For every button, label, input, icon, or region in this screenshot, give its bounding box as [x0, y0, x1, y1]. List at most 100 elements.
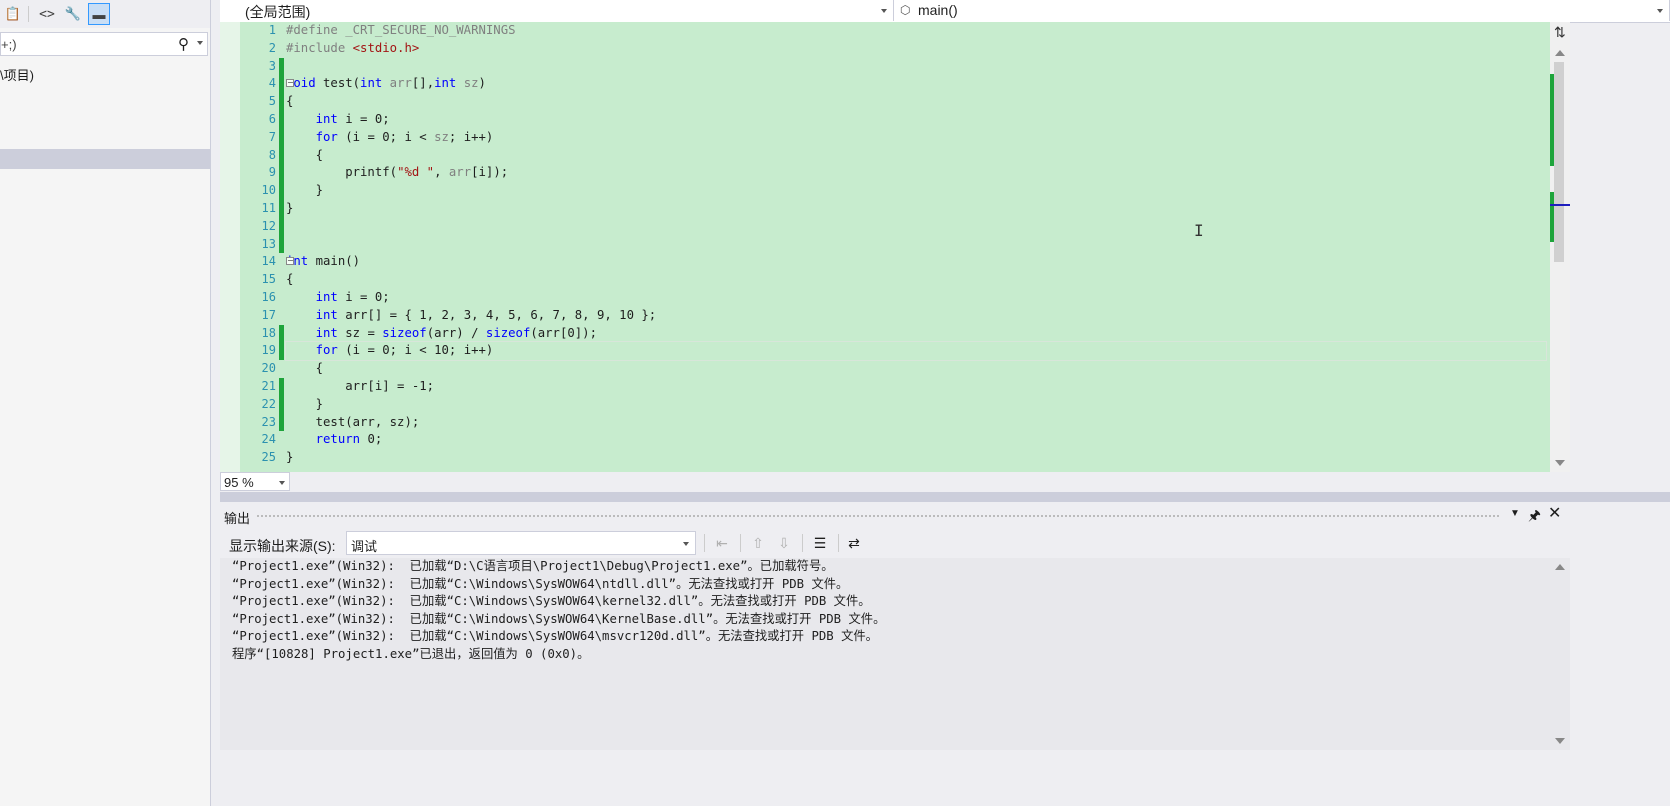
solution-explorer-pane: 📋 <> 🔧 ▬ +;) ⚲ \项目) — [0, 0, 211, 806]
output-line[interactable]: “Project1.exe”(Win32): 已加载“C:\Windows\Sy… — [220, 576, 1550, 594]
scrollbar-thumb[interactable] — [1554, 62, 1564, 262]
line-number: 14 — [261, 254, 276, 269]
line-number: 20 — [261, 361, 276, 376]
find-message-in-code-icon[interactable]: ⇤ — [712, 533, 732, 553]
code-editor[interactable]: 1 2 3 4 5 6 7 8 9 10 11 12 13 14 15 16 17 18 19 20 21 22 23 24 2… — [220, 22, 1550, 472]
output-source-value: 调试 — [351, 539, 378, 554]
solution-search-input[interactable]: +;) — [1, 37, 17, 52]
editor-vertical-scrollbar[interactable]: ⇅ — [1550, 22, 1570, 472]
next-message-icon[interactable]: ⇩ — [774, 533, 794, 553]
scroll-up-arrow-icon[interactable] — [1555, 50, 1565, 56]
scroll-up-arrow-icon[interactable] — [1555, 564, 1565, 570]
output-line[interactable]: “Project1.exe”(Win32): 已加载“C:\Windows\Sy… — [220, 628, 1550, 646]
tree-item-selected[interactable] — [0, 149, 210, 169]
chevron-down-icon[interactable] — [279, 481, 285, 485]
line-number: 21 — [261, 378, 276, 393]
line-number: 18 — [261, 325, 276, 340]
line-number: 16 — [261, 289, 276, 304]
collapse-icon[interactable]: − — [286, 79, 294, 88]
code-line[interactable] — [286, 218, 1546, 236]
chevron-down-icon[interactable] — [881, 9, 887, 13]
chevron-down-icon[interactable] — [683, 542, 689, 546]
code-line[interactable]: { — [286, 93, 1546, 111]
search-icon[interactable]: ⚲ — [178, 35, 189, 53]
code-line-current[interactable]: for (i = 0; i < 10; i++) — [285, 341, 1547, 362]
line-number: 19 — [261, 343, 276, 358]
code-line[interactable]: int i = 0; — [286, 111, 1546, 129]
tree-item-project[interactable]: \项目) — [0, 65, 34, 84]
code-line[interactable]: } — [286, 182, 1546, 200]
line-number: 23 — [261, 414, 276, 429]
code-line[interactable]: #define _CRT_SECURE_NO_WARNINGS — [286, 22, 1546, 40]
split-window-icon[interactable]: ⇅ — [1554, 24, 1566, 41]
chevron-down-icon[interactable] — [1657, 9, 1663, 13]
previous-message-icon[interactable]: ⇧ — [748, 533, 768, 553]
title-grip[interactable] — [256, 514, 1500, 519]
code-text-area[interactable]: #define _CRT_SECURE_NO_WARNINGS #include… — [285, 22, 1547, 467]
code-line[interactable]: − void test(int arr[],int sz) — [286, 75, 1546, 93]
line-number: 13 — [261, 236, 276, 251]
close-icon[interactable]: ✕ — [1548, 503, 1561, 523]
output-source-dropdown[interactable]: 调试 — [346, 531, 696, 555]
clear-all-icon[interactable]: ☰ — [810, 533, 830, 553]
code-line[interactable]: #include <stdio.h> — [286, 40, 1546, 58]
change-mark — [279, 378, 284, 432]
code-view-icon[interactable]: <> — [36, 3, 58, 25]
wrench-icon[interactable]: 🔧 — [62, 3, 84, 25]
output-vertical-scrollbar[interactable] — [1550, 558, 1570, 750]
code-line[interactable]: { — [286, 147, 1546, 165]
toolbar-separator — [838, 534, 839, 552]
output-source-label: 显示输出来源(S): — [229, 538, 336, 554]
code-line[interactable]: { — [286, 271, 1546, 289]
function-dropdown[interactable]: ⬡ main() — [894, 0, 1670, 21]
scroll-down-arrow-icon[interactable] — [1555, 460, 1565, 466]
pin-icon[interactable]: 🖈 — [1528, 505, 1541, 529]
toolbar-separator — [704, 534, 705, 552]
code-line[interactable]: printf("%d ", arr[i]); — [286, 164, 1546, 182]
output-line[interactable]: “Project1.exe”(Win32): 已加载“D:\C语言项目\Proj… — [220, 558, 1550, 576]
output-text-area[interactable]: “Project1.exe”(Win32): 已加载“D:\C语言项目\Proj… — [220, 558, 1550, 750]
collapse-icon[interactable]: − — [286, 257, 294, 266]
line-number: 2 — [268, 40, 276, 55]
code-line[interactable]: int arr[] = { 1, 2, 3, 4, 5, 6, 7, 8, 9,… — [286, 307, 1546, 325]
properties-icon[interactable]: 📋 — [2, 3, 24, 25]
code-line[interactable]: } — [286, 200, 1546, 218]
code-line[interactable]: return 0; — [286, 431, 1546, 449]
editor-navigation-bar: (全局范围) ⬡ main() — [220, 0, 1670, 23]
scroll-down-arrow-icon[interactable] — [1555, 738, 1565, 744]
scope-dropdown[interactable]: (全局范围) — [220, 0, 894, 21]
line-number: 11 — [261, 200, 276, 215]
change-mark — [279, 57, 284, 254]
line-number-gutter: 1 2 3 4 5 6 7 8 9 10 11 12 13 14 15 16 17 18 19 20 21 22 23 24 2… — [240, 22, 276, 467]
code-line[interactable]: test(arr, sz); — [286, 414, 1546, 432]
code-line[interactable]: − int main() — [286, 253, 1546, 271]
caret-position-marker — [1550, 204, 1570, 206]
line-number: 8 — [268, 147, 276, 162]
zoom-dropdown[interactable]: 95 % — [220, 472, 290, 491]
pin-icon[interactable]: ▬ — [88, 3, 110, 25]
zoom-level: 95 % — [224, 475, 254, 490]
code-line[interactable]: } — [286, 449, 1546, 467]
code-line[interactable]: int sz = sizeof(arr) / sizeof(arr[0]); — [286, 325, 1546, 343]
code-line[interactable]: } — [286, 396, 1546, 414]
code-line[interactable]: for (i = 0; i < sz; i++) — [286, 129, 1546, 147]
chevron-down-icon[interactable] — [197, 41, 203, 45]
toolbar-separator — [802, 534, 803, 552]
output-line[interactable]: 程序“[10828] Project1.exe”已退出，返回值为 0 (0x0)… — [220, 646, 1550, 664]
output-line[interactable]: “Project1.exe”(Win32): 已加载“C:\Windows\Sy… — [220, 611, 1550, 629]
line-number: 9 — [268, 165, 276, 180]
change-mark — [279, 324, 284, 361]
code-line[interactable]: int i = 0; — [286, 289, 1546, 307]
code-line[interactable] — [286, 236, 1546, 254]
change-overview-mark — [1550, 74, 1554, 166]
output-line[interactable]: “Project1.exe”(Win32): 已加载“C:\Windows\Sy… — [220, 593, 1550, 611]
window-menu-icon[interactable]: ▼ — [1510, 508, 1520, 519]
code-line[interactable] — [286, 58, 1546, 76]
scope-dropdown-value: (全局范围) — [245, 4, 311, 20]
toggle-word-wrap-icon[interactable]: ⇄ — [844, 533, 864, 553]
code-line[interactable]: { — [286, 360, 1546, 378]
code-line[interactable]: arr[i] = -1; — [286, 378, 1546, 396]
solution-search-box[interactable]: +;) ⚲ — [0, 32, 208, 56]
pane-splitter[interactable] — [220, 492, 1670, 502]
line-number: 12 — [261, 218, 276, 233]
